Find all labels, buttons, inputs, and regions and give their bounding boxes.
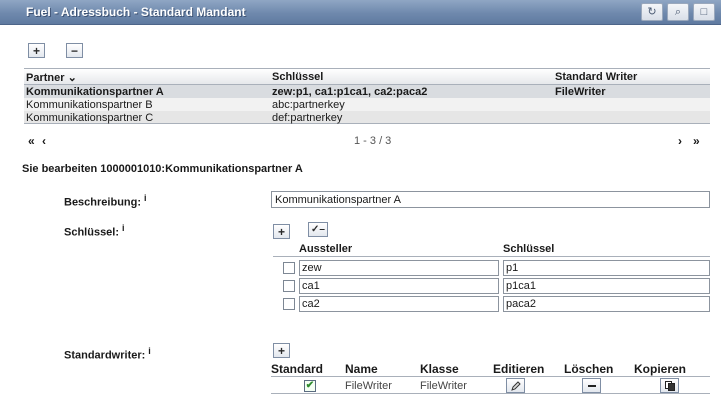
- key-table-header: Aussteller Schlüssel: [273, 243, 710, 257]
- info-icon[interactable]: i: [144, 193, 147, 203]
- writer-name: FileWriter: [345, 380, 392, 392]
- pager-info: 1 - 3 / 3: [354, 135, 392, 147]
- column-header-class: Klasse: [420, 362, 459, 376]
- first-page-icon[interactable]: «: [28, 134, 35, 148]
- beschreibung-label-text: Beschreibung:: [64, 196, 142, 209]
- writer-row: ✔ FileWriter FileWriter: [271, 376, 710, 394]
- pencil-icon: [510, 380, 521, 391]
- info-icon[interactable]: i: [122, 223, 125, 233]
- add-writer-button[interactable]: +: [273, 343, 290, 358]
- column-header-standard-writer[interactable]: Standard Writer: [555, 71, 637, 83]
- table-row[interactable]: Kommunikationspartner B abc:partnerkey: [24, 98, 710, 111]
- refresh-icon[interactable]: ↻: [641, 3, 663, 21]
- issuer-input[interactable]: ca2: [299, 296, 499, 312]
- column-header-partner[interactable]: Partner ⌄: [26, 71, 77, 84]
- schluessel-label-text: Schlüssel:: [64, 226, 120, 239]
- partner-name: Kommunikationspartner B: [26, 99, 153, 111]
- key-row: zew p1: [273, 260, 710, 276]
- table-pager: « ‹ 1 - 3 / 3 › »: [28, 134, 710, 148]
- column-header-name: Name: [345, 362, 378, 376]
- key-input[interactable]: p1ca1: [503, 278, 710, 294]
- beschreibung-label: Beschreibung: i: [64, 193, 147, 209]
- writer-table-header: Standard Name Klasse Editieren Löschen K…: [271, 362, 710, 376]
- edit-writer-button[interactable]: [506, 378, 525, 393]
- minus-icon: [587, 384, 596, 387]
- prev-page-icon[interactable]: ‹: [42, 134, 46, 148]
- issuer-input[interactable]: ca1: [299, 278, 499, 294]
- validate-key-button[interactable]: ✓–: [308, 222, 328, 237]
- column-header-key[interactable]: Schlüssel: [272, 71, 323, 83]
- beschreibung-input[interactable]: Kommunikationspartner A: [271, 191, 710, 208]
- partner-key: abc:partnerkey: [272, 99, 345, 111]
- add-key-button[interactable]: +: [273, 224, 290, 239]
- column-header-delete: Löschen: [564, 362, 614, 376]
- search-icon[interactable]: ⌕: [667, 3, 689, 21]
- window-title: Fuel - Adressbuch - Standard Mandant: [26, 5, 246, 19]
- column-header-edit: Editieren: [493, 362, 545, 376]
- key-table: Aussteller Schlüssel zew p1 ca1 p1ca1 ca…: [273, 243, 710, 314]
- key-row-checkbox[interactable]: [283, 280, 295, 292]
- partner-key: def:partnerkey: [272, 112, 343, 124]
- maximize-icon[interactable]: □: [693, 3, 715, 21]
- column-header-standard: Standard: [271, 362, 324, 376]
- standard-writer-checkbox[interactable]: ✔: [304, 380, 316, 392]
- key-row-checkbox[interactable]: [283, 298, 295, 310]
- next-page-icon[interactable]: ›: [678, 134, 682, 148]
- remove-partner-button[interactable]: −: [66, 43, 83, 58]
- key-input[interactable]: p1: [503, 260, 710, 276]
- window-titlebar: Fuel - Adressbuch - Standard Mandant ↻ ⌕…: [0, 0, 721, 25]
- add-partner-button[interactable]: +: [28, 43, 45, 58]
- info-icon[interactable]: i: [148, 346, 151, 356]
- table-row[interactable]: Kommunikationspartner A zew:p1, ca1:p1ca…: [24, 85, 710, 98]
- last-page-icon[interactable]: »: [693, 134, 700, 148]
- partner-writer: FileWriter: [555, 86, 606, 98]
- partner-table-header: Partner ⌄ Schlüssel Standard Writer: [24, 68, 710, 85]
- writer-class: FileWriter: [420, 380, 467, 392]
- table-row[interactable]: Kommunikationspartner C def:partnerkey: [24, 111, 710, 124]
- column-header-copy: Kopieren: [634, 362, 687, 376]
- key-input[interactable]: paca2: [503, 296, 710, 312]
- titlebar-icons: ↻ ⌕ □: [641, 3, 715, 21]
- key-row: ca2 paca2: [273, 296, 710, 312]
- key-row: ca1 p1ca1: [273, 278, 710, 294]
- partner-table: Partner ⌄ Schlüssel Standard Writer Komm…: [24, 68, 710, 124]
- standardwriter-label: Standardwriter: i: [64, 346, 151, 362]
- partner-key: zew:p1, ca1:p1ca1, ca2:paca2: [272, 86, 428, 98]
- standardwriter-label-text: Standardwriter:: [64, 349, 146, 362]
- delete-writer-button[interactable]: [582, 378, 601, 393]
- column-header-issuer: Aussteller: [299, 243, 353, 255]
- partner-name: Kommunikationspartner C: [26, 112, 154, 124]
- copy-icon: [664, 380, 675, 391]
- schluessel-label: Schlüssel: i: [64, 223, 125, 239]
- column-header-key: Schlüssel: [503, 243, 555, 255]
- writer-table: Standard Name Klasse Editieren Löschen K…: [271, 362, 710, 394]
- edit-section-title: Sie bearbeiten 1000001010:Kommunikations…: [22, 163, 303, 175]
- issuer-input[interactable]: zew: [299, 260, 499, 276]
- partner-name: Kommunikationspartner A: [26, 86, 164, 98]
- key-row-checkbox[interactable]: [283, 262, 295, 274]
- copy-writer-button[interactable]: [660, 378, 679, 393]
